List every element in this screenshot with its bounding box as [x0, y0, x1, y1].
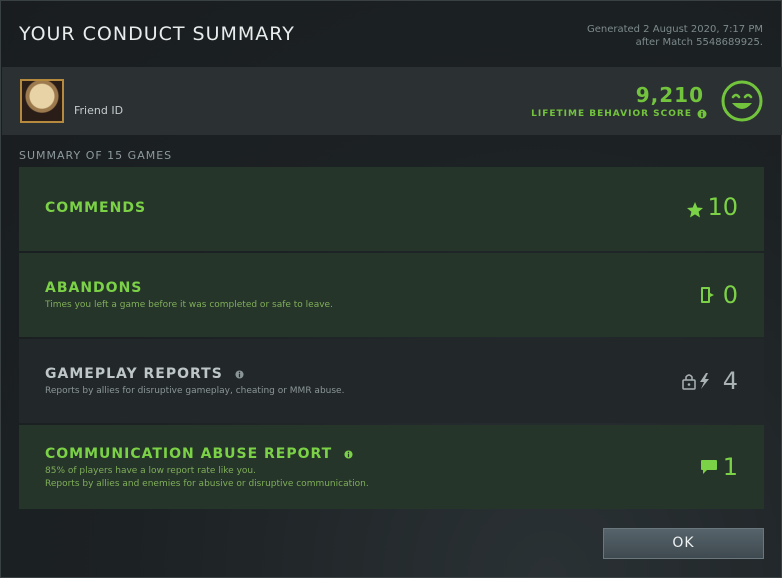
star-icon: [687, 202, 703, 218]
communication-abuse-value: 1: [722, 453, 738, 481]
chat-bubble-icon: [701, 460, 717, 474]
gameplay-reports-description: Reports by allies for disruptive gamepla…: [45, 386, 345, 396]
abandons-title: ABANDONS: [45, 280, 143, 296]
lock-lightning-icon: [682, 373, 709, 390]
smiley-face-icon: [721, 80, 763, 122]
info-icon[interactable]: [235, 369, 244, 379]
ok-button[interactable]: OK: [603, 528, 764, 559]
gameplay-reports-card: GAMEPLAY REPORTS Reports by allies for d…: [19, 339, 764, 423]
communication-abuse-description: Reports by allies and enemies for abusiv…: [45, 479, 369, 489]
gameplay-reports-value: 4: [722, 367, 738, 395]
conduct-summary-dialog: YOUR CONDUCT SUMMARY Generated 2 August …: [0, 0, 782, 578]
commends-card: COMMENDS 10: [19, 167, 764, 251]
gameplay-reports-title: GAMEPLAY REPORTS: [45, 366, 244, 382]
abandons-description: Times you left a game before it was comp…: [45, 300, 333, 310]
communication-abuse-title: COMMUNICATION ABUSE REPORT: [45, 446, 353, 462]
info-icon[interactable]: [344, 449, 353, 459]
friend-id-label: Friend ID: [74, 104, 124, 117]
abandons-value: 0: [722, 281, 738, 309]
commends-title: COMMENDS: [45, 200, 147, 216]
generated-match: after Match 5548689925.: [635, 37, 763, 48]
summary-heading: SUMMARY OF 15 GAMES: [19, 149, 173, 162]
communication-abuse-card: COMMUNICATION ABUSE REPORT 85% of player…: [19, 425, 764, 509]
abandons-card: ABANDONS Times you left a game before it…: [19, 253, 764, 337]
behavior-score-value: 9,210: [635, 83, 704, 107]
generated-info: Generated 2 August 2020, 7:17 PM after M…: [587, 23, 763, 49]
dialog-title: YOUR CONDUCT SUMMARY: [19, 23, 295, 45]
behavior-score-label: LIFETIME BEHAVIOR SCORE: [531, 109, 692, 119]
info-icon[interactable]: [697, 109, 707, 119]
communication-abuse-title-text: COMMUNICATION ABUSE REPORT: [45, 446, 333, 462]
commends-value: 10: [707, 193, 738, 221]
gameplay-reports-title-text: GAMEPLAY REPORTS: [45, 366, 223, 382]
communication-abuse-rate: 85% of players have a low report rate li…: [45, 466, 256, 476]
generated-date: Generated 2 August 2020, 7:17 PM: [586, 24, 763, 35]
avatar[interactable]: [20, 79, 64, 123]
profile-bar: Friend ID 9,210 LIFETIME BEHAVIOR SCORE: [2, 67, 782, 135]
leave-door-icon: [701, 287, 714, 303]
